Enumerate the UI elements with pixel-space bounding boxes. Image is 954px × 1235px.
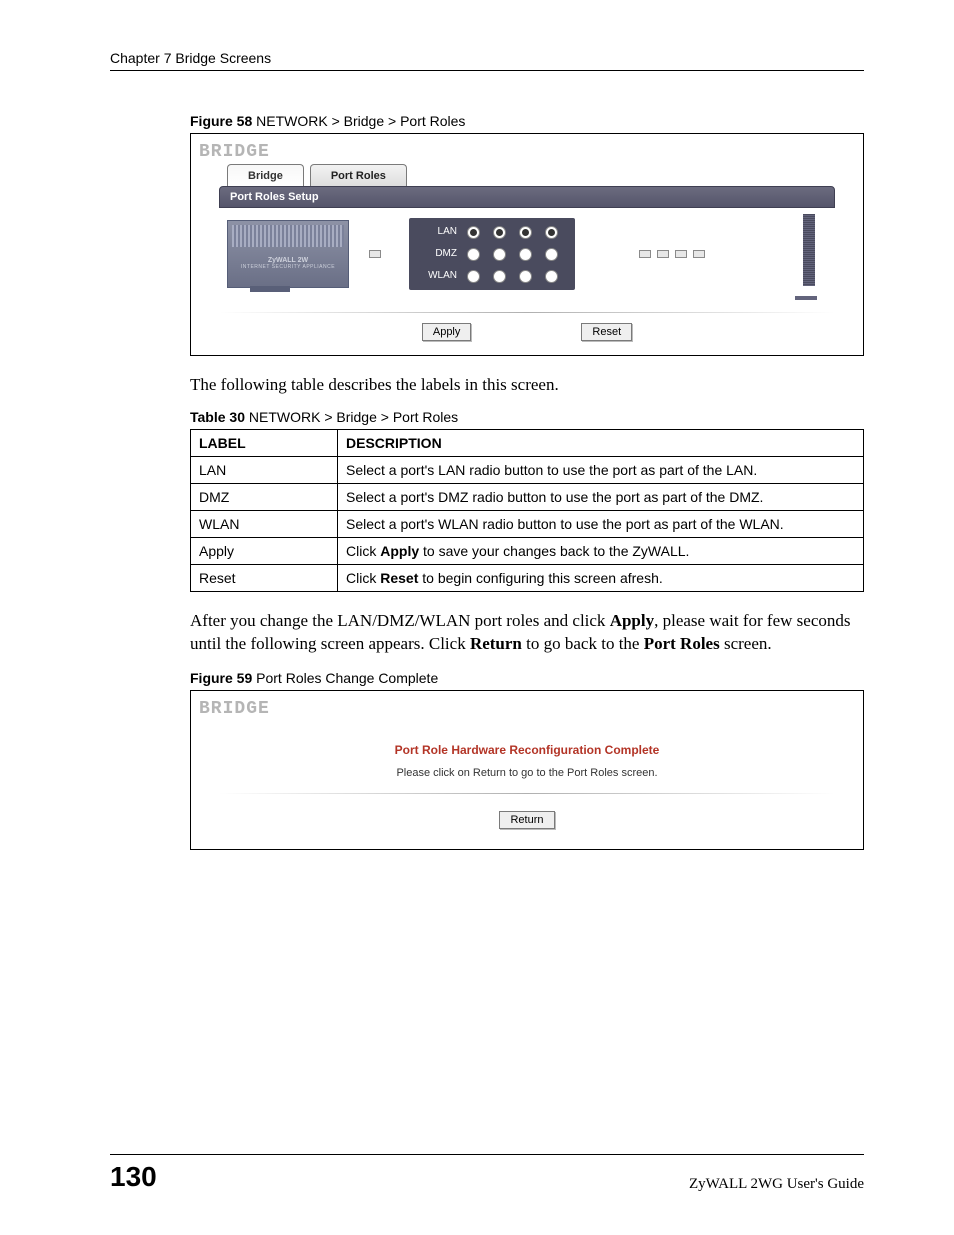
row-label-wlan: WLAN [419,268,461,284]
running-header: Chapter 7 Bridge Screens [110,50,864,71]
table-row: Reset Click Reset to begin configuring t… [191,564,864,591]
decorative-side-stripes [803,214,815,286]
table-row: DMZ Select a port's DMZ radio button to … [191,483,864,510]
lan-port-icons [639,250,705,258]
tab-port-roles[interactable]: Port Roles [310,164,407,186]
radio-wlan-2[interactable] [493,270,506,283]
table-30: LABEL DESCRIPTION LAN Select a port's LA… [190,429,864,592]
figure-58-label: Figure 58 [190,113,252,129]
reconfiguration-complete-title: Port Role Hardware Reconfiguration Compl… [219,743,835,757]
figure-58-screenshot: BRIDGE Bridge Port Roles Port Roles Setu… [190,133,864,356]
device-image: ZyWALL 2W INTERNET SECURITY APPLIANCE [227,220,349,288]
radio-lan-2[interactable] [493,226,506,239]
bridge-title: BRIDGE [191,134,863,164]
figure-59-screenshot: BRIDGE Port Role Hardware Reconfiguratio… [190,690,864,850]
radio-dmz-3[interactable] [519,248,532,261]
radio-lan-3[interactable] [519,226,532,239]
radio-lan-4[interactable] [545,226,558,239]
table-row: WLAN Select a port's WLAN radio button t… [191,510,864,537]
wan-port-icon [369,250,381,258]
lan-port-icon [675,250,687,258]
table-row: Apply Click Apply to save your changes b… [191,537,864,564]
reset-button[interactable]: Reset [581,323,632,341]
th-description: DESCRIPTION [338,429,864,456]
figure-59-caption: Figure 59 Port Roles Change Complete [190,670,864,686]
table-row: LAN Select a port's LAN radio button to … [191,456,864,483]
page-number: 130 [110,1161,157,1193]
radio-wlan-4[interactable] [545,270,558,283]
figure-58-caption: Figure 58 NETWORK > Bridge > Port Roles [190,113,864,129]
after-table-paragraph: After you change the LAN/DMZ/WLAN port r… [190,610,864,656]
radio-lan-1[interactable] [467,226,480,239]
table-intro-text: The following table describes the labels… [190,374,864,397]
lan-port-icon [693,250,705,258]
apply-button[interactable]: Apply [422,323,472,341]
tab-bridge[interactable]: Bridge [227,164,304,186]
port-roles-grid: LAN DMZ WLAN [409,218,575,290]
guide-title: ZyWALL 2WG User's Guide [689,1176,864,1193]
lan-port-icon [657,250,669,258]
table-30-caption: Table 30 NETWORK > Bridge > Port Roles [190,409,864,425]
radio-dmz-2[interactable] [493,248,506,261]
divider [219,312,835,313]
radio-dmz-1[interactable] [467,248,480,261]
lan-port-icon [639,250,651,258]
bridge-title-2: BRIDGE [191,691,863,721]
section-bar-port-roles-setup: Port Roles Setup [219,186,835,208]
radio-dmz-4[interactable] [545,248,558,261]
row-label-dmz: DMZ [419,246,461,262]
radio-wlan-1[interactable] [467,270,480,283]
decorative-side-cap [795,296,817,300]
th-label: LABEL [191,429,338,456]
radio-wlan-3[interactable] [519,270,532,283]
row-label-lan: LAN [419,224,461,240]
reconfiguration-complete-subtitle: Please click on Return to go to the Port… [219,767,835,779]
return-button[interactable]: Return [499,811,554,829]
